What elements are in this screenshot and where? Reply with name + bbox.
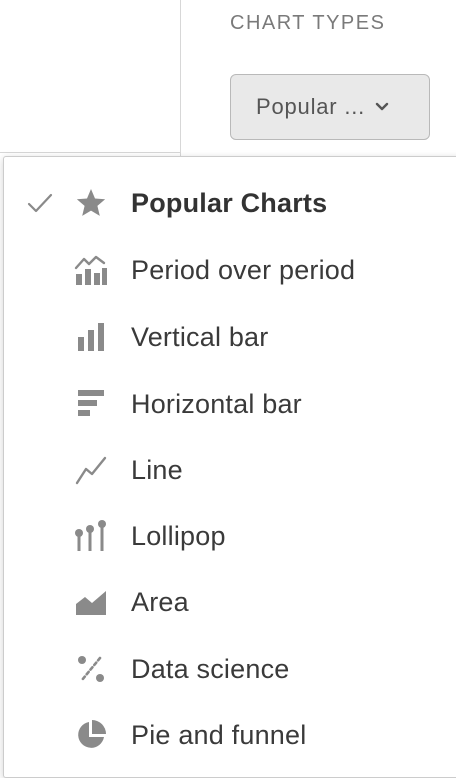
chart-types-heading: CHART TYPES: [230, 12, 386, 34]
menu-item-vertical-bar[interactable]: Vertical bar: [4, 304, 444, 370]
menu-item-label: Area: [131, 586, 189, 617]
chart-type-dropdown[interactable]: Popular ...: [230, 74, 430, 140]
menu-item-label: Horizontal bar: [131, 388, 302, 419]
background-panel: [0, 0, 181, 153]
menu-item-label: Vertical bar: [131, 321, 269, 352]
lollipop-icon: [74, 519, 108, 553]
area-chart-icon: [74, 585, 108, 619]
menu-item-label: Line: [131, 454, 183, 485]
menu-item-period-over-period[interactable]: Period over period: [4, 237, 444, 303]
percent-icon: [74, 652, 108, 686]
period-over-period-icon: [74, 253, 108, 287]
menu-item-label: Popular Charts: [131, 187, 328, 218]
menu-item-lollipop[interactable]: Lollipop: [4, 503, 444, 569]
menu-item-label: Pie and funnel: [131, 719, 307, 750]
menu-item-pie-and-funnel[interactable]: Pie and funnel: [4, 702, 444, 768]
menu-item-line[interactable]: Line: [4, 437, 444, 503]
pie-chart-icon: [74, 718, 108, 752]
menu-item-horizontal-bar[interactable]: Horizontal bar: [4, 371, 444, 437]
line-chart-icon: [74, 453, 108, 487]
vertical-bar-icon: [74, 320, 108, 354]
dropdown-value: Popular ...: [256, 94, 366, 119]
menu-item-label: Lollipop: [131, 520, 226, 551]
menu-item-label: Period over period: [131, 254, 356, 285]
star-icon: [74, 186, 108, 220]
checkmark-icon: [26, 191, 54, 215]
menu-item-area[interactable]: Area: [4, 569, 444, 635]
horizontal-bar-icon: [74, 387, 108, 421]
chart-type-menu: Popular Charts Period over period Vertic…: [3, 156, 456, 778]
panel-divider: [180, 0, 181, 160]
menu-item-data-science[interactable]: Data science: [4, 636, 444, 702]
menu-item-popular-charts[interactable]: Popular Charts: [4, 170, 444, 236]
chevron-down-icon: [375, 100, 389, 114]
menu-item-label: Data science: [131, 653, 290, 684]
